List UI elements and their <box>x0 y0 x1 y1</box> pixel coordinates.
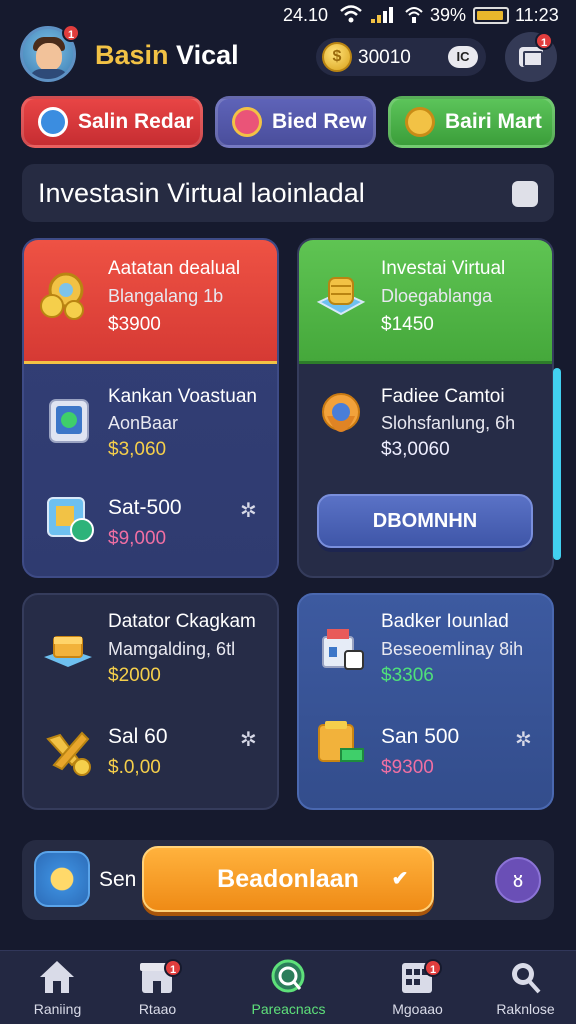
gear-coins-icon <box>40 272 84 320</box>
card-d-item2-price: $9300 <box>381 757 434 778</box>
star-icon[interactable]: ✲ <box>515 727 532 752</box>
status-bar: 24.10 39% 11:23 <box>0 0 576 32</box>
card-a-item2-price: $9,000 <box>108 528 167 549</box>
card-d-item1-price: $3306 <box>381 665 434 686</box>
card-b-head-price: $1450 <box>381 314 434 335</box>
badge-icon <box>232 107 262 137</box>
check-icon: ✔ <box>391 868 409 890</box>
nav-item-pareacnacs[interactable]: Pareacnacs <box>231 951 346 1024</box>
card-a-item2-title: Sat-500 <box>108 496 182 519</box>
battery-percent: 39% <box>430 5 467 25</box>
card-d-item1-sub: Beseoemlinay 8ih <box>381 639 524 659</box>
card-b-item1-sub: Slohsfanlung, 6h <box>381 413 516 433</box>
puzzle-icon[interactable] <box>512 181 538 207</box>
home-icon <box>40 961 74 993</box>
action-bar: Sen Beadonlaan ✔ ᴕ <box>22 840 554 920</box>
signal-icon <box>371 7 393 23</box>
bied-rew-button[interactable]: Bied Rew <box>215 96 376 148</box>
nav-label-rtaao: Rtaao <box>138 1001 177 1017</box>
nav-item-raknlose[interactable]: Raknlose <box>468 951 576 1024</box>
avatar-notification-badge: 1 <box>62 24 80 42</box>
treasure-box-icon <box>44 636 92 667</box>
card-a-header[interactable]: Aatatan dealual Blangalang 1b $3900 <box>24 240 277 364</box>
avatar-face <box>36 43 62 71</box>
nav-rtaao-badge: 1 <box>164 959 182 977</box>
card-c-item1-title: Datator Ckagkam <box>108 611 256 632</box>
coin-value: 30010 <box>358 47 411 68</box>
card-d-item2-title: San 500 <box>381 725 460 748</box>
nav-item-mgoaao[interactable]: 1 Mgoaao <box>360 951 475 1024</box>
section-header: Investasin Virtual laoinladal <box>22 164 554 222</box>
scrollbar[interactable] <box>553 368 561 560</box>
card-c-item1-sub: Mamgalding, 6tl <box>108 639 236 659</box>
card-b-header[interactable]: Investai Virtual Dloegablanga $1450 <box>299 240 552 364</box>
nav-mgoaao-badge: 1 <box>424 959 442 977</box>
coin-stack-icon <box>316 277 366 316</box>
location-pin-icon <box>322 393 360 432</box>
card-a-item1-sub: AonBaar <box>108 413 179 433</box>
coin-icon: $ <box>322 42 352 72</box>
investment-card-b[interactable]: Investai Virtual Dloegablanga $1450 Fadi… <box>297 238 554 578</box>
card-b-action-button[interactable]: DBOMNHN <box>317 494 533 548</box>
card-a-head-price: $3900 <box>108 314 161 335</box>
investment-card-a[interactable]: Aatatan dealual Blangalang 1b $3900 Kank… <box>22 238 279 578</box>
status-clock: 11:23 <box>515 5 559 25</box>
action-label: Sen <box>99 868 137 891</box>
search-globe-icon <box>271 959 305 993</box>
wallet-notification-badge: 1 <box>535 32 553 50</box>
card-b-item1-price: $3,0060 <box>381 439 450 460</box>
app-title-part2: Vical <box>176 40 239 70</box>
nav-item-rtaao[interactable]: 1 Rtaao <box>100 951 215 1024</box>
card-c-item2-price: $.0,00 <box>108 757 161 778</box>
card-d-item1-title: Badker Iounlad <box>381 611 509 632</box>
card-a-item1-price: $3,060 <box>108 439 167 460</box>
download-button-label: Beadonlaan <box>217 865 359 893</box>
investment-card-d[interactable]: Badker Iounlad Beseoemlinay 8ih $3306 Sa… <box>297 593 554 810</box>
section-title: Investasin Virtual laoinladal <box>38 178 365 208</box>
nav-label-pareacnacs: Pareacnacs <box>251 1001 326 1017</box>
salin-redar-label: Salin Redar <box>78 110 194 133</box>
battery-icon <box>473 7 509 24</box>
profile-round-button[interactable]: ᴕ <box>495 857 541 903</box>
check-shield-icon <box>38 107 68 137</box>
tablet-icon <box>49 399 89 443</box>
magnifier-icon <box>512 963 541 994</box>
investment-card-c[interactable]: Datator Ckagkam Mamgalding, 6tl $2000 Sa… <box>22 593 279 810</box>
card-c-item1-price: $2000 <box>108 665 161 686</box>
nav-label-mgoaao: Mgoaao <box>392 1001 443 1017</box>
star-icon[interactable]: ✲ <box>240 727 257 752</box>
bairi-mart-button[interactable]: Bairi Mart <box>388 96 555 148</box>
nav-label-raknlose: Raknlose <box>496 1001 555 1017</box>
coin-badge-icon <box>34 851 90 907</box>
wallet-icon <box>519 47 543 67</box>
card-b-head-sub: Dloegablanga <box>381 286 493 306</box>
currency-toggle[interactable]: IC <box>448 46 478 68</box>
money-bag-icon <box>318 721 364 762</box>
download-button[interactable]: Beadonlaan ✔ <box>142 846 434 912</box>
card-a-head-sub: Blangalang 1b <box>108 286 224 306</box>
star-icon[interactable]: ✲ <box>240 498 257 523</box>
card-b-item1-title: Fadiee Camtoi <box>381 386 505 407</box>
bottom-nav: Raniing 1 Rtaao Pareacnacs 1 Mgoaao Rakn… <box>0 950 576 1024</box>
salin-redar-button[interactable]: Salin Redar <box>21 96 203 148</box>
wifi-icon <box>340 5 362 23</box>
nav-label-raniing: Raniing <box>33 1001 82 1017</box>
card-c-item2-title: Sal 60 <box>108 725 168 748</box>
card-coin-icon <box>47 497 94 542</box>
app-title: Basin Vical <box>95 40 239 71</box>
bairi-mart-label: Bairi Mart <box>445 110 542 133</box>
card-a-head-title: Aatatan dealual <box>108 258 241 279</box>
shop-building-icon <box>322 629 364 670</box>
app-title-part1: Basin <box>95 40 169 70</box>
status-time: 24.10 <box>283 5 329 25</box>
nav-item-raniing[interactable]: Raniing <box>0 951 115 1024</box>
tools-coin-icon <box>46 731 91 776</box>
coin-icon <box>405 107 435 137</box>
bied-rew-label: Bied Rew <box>272 110 367 133</box>
card-b-head-title: Investai Virtual <box>381 258 506 279</box>
hotspot-icon <box>405 7 423 23</box>
coin-balance[interactable]: $ 30010 IC <box>316 38 486 76</box>
avatar-body <box>29 69 69 79</box>
card-a-item1-title: Kankan Voastuan <box>108 386 257 407</box>
